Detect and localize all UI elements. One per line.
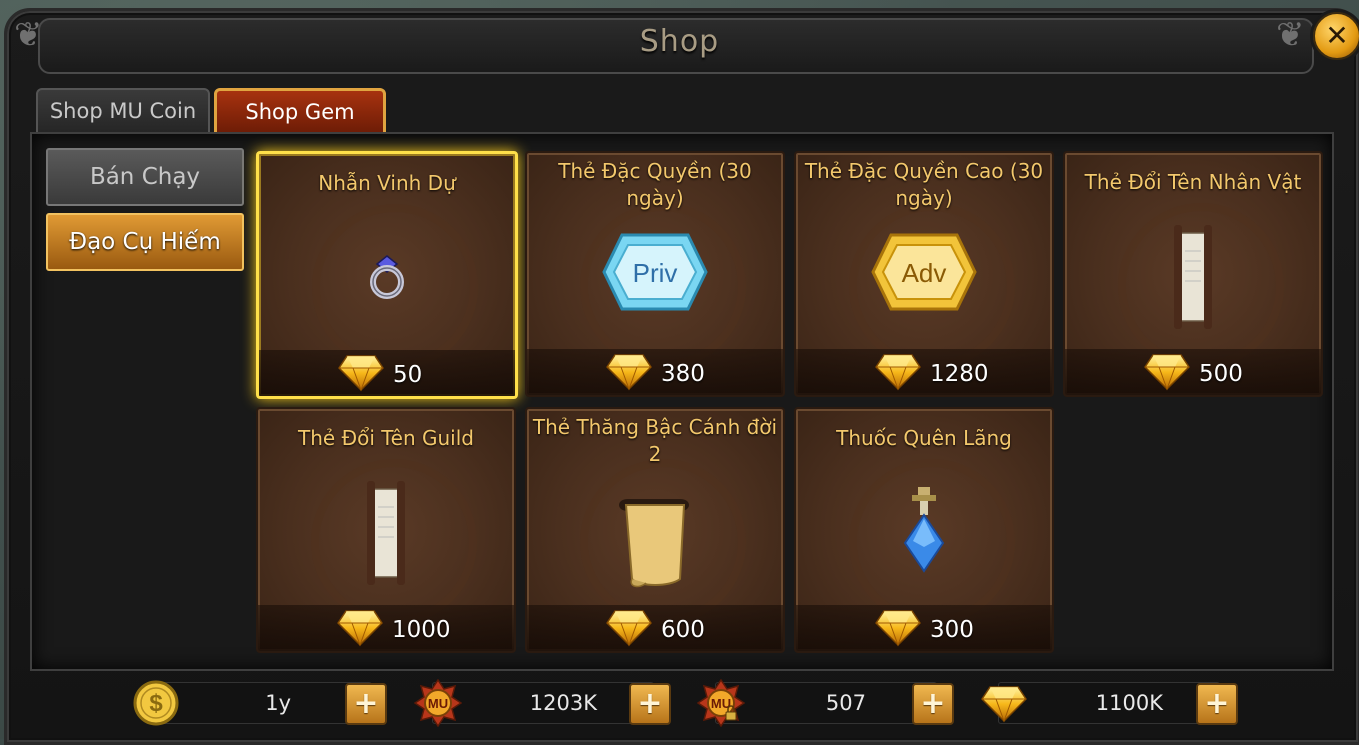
add-zen-button[interactable]: + [345, 683, 387, 725]
close-button[interactable]: ✕ [1313, 12, 1359, 60]
mu-coin-locked-display: 507 [715, 682, 937, 724]
item-name: Thẻ Thăng Bậc Cánh đời 2 [532, 415, 778, 466]
mu-coin-icon: MU [414, 679, 462, 727]
item-name: Thẻ Đặc Quyền (30 ngày) [558, 159, 752, 210]
item-price: 1000 [392, 617, 451, 643]
tab-shop-mu-coin[interactable]: Shop MU Coin [36, 88, 210, 134]
gem-icon [874, 607, 922, 647]
potion-icon [901, 485, 947, 581]
item-price: 600 [661, 617, 705, 643]
item-name: Thuốc Quên Lãng [836, 426, 1012, 450]
item-name: Thẻ Đổi Tên Guild [298, 426, 474, 450]
priv-card-icon: Priv [600, 231, 710, 317]
add-mu-coin-locked-button[interactable]: + [912, 683, 954, 725]
window-title: Shop [639, 24, 720, 59]
item-card[interactable]: Thuốc Quên Lãng 300 [794, 407, 1054, 653]
price-bar [258, 605, 514, 651]
price-bar [259, 350, 515, 396]
gem-icon [1143, 351, 1191, 391]
item-price: 50 [393, 362, 423, 388]
adv-card-text: Adv [902, 258, 947, 288]
mu-coin-display: 1203K [432, 682, 654, 724]
price-bar [527, 349, 783, 395]
plus-icon: + [353, 686, 379, 721]
gem-icon [336, 607, 384, 647]
gem-icon [980, 679, 1028, 727]
mu-coin-icon-text: MU [428, 696, 448, 711]
item-price: 1280 [930, 361, 989, 387]
item-name: Thẻ Đổi Tên Nhân Vật [1084, 170, 1302, 194]
gem-icon [605, 351, 653, 391]
plus-icon: + [920, 686, 946, 721]
item-card[interactable]: Thẻ Thăng Bậc Cánh đời 2 600 [525, 407, 785, 653]
item-card[interactable]: Thẻ Đổi Tên Guild 1000 [256, 407, 516, 653]
item-price: 300 [930, 617, 974, 643]
ring-icon [367, 254, 407, 304]
add-mu-coin-button[interactable]: + [629, 683, 671, 725]
priv-card-text: Priv [633, 258, 678, 288]
item-card[interactable]: Thẻ Đổi Tên Nhân Vật 500 [1063, 151, 1323, 397]
gem-icon [874, 351, 922, 391]
item-card[interactable]: Nhẫn Vinh Dự 50 [256, 151, 518, 399]
sidebar-item-ban-chay[interactable]: Bán Chạy [46, 148, 244, 206]
plus-icon: + [1204, 686, 1230, 721]
gem-display: 1100K [998, 682, 1220, 724]
item-card[interactable]: Thẻ Đặc Quyền Cao (30 ngày) Adv 1280 [794, 151, 1054, 397]
price-bar [1065, 349, 1321, 395]
plus-icon: + [637, 686, 663, 721]
item-card[interactable]: Thẻ Đặc Quyền (30 ngày) Priv 380 [525, 151, 785, 397]
item-price: 500 [1199, 361, 1243, 387]
price-bar [527, 605, 783, 651]
gem-icon [605, 607, 653, 647]
adv-card-icon: Adv [869, 231, 979, 317]
close-icon: ✕ [1325, 19, 1349, 52]
svg-text:$: $ [149, 690, 163, 717]
parchment-icon [610, 491, 700, 595]
price-bar [796, 349, 1052, 395]
item-name: Nhẫn Vinh Dự [318, 171, 456, 195]
tab-shop-gem[interactable]: Shop Gem [214, 88, 386, 136]
scroll-icon [1168, 221, 1218, 337]
dollar-coin-icon: $ [133, 680, 179, 726]
gem-icon [337, 352, 385, 392]
mu-coin-locked-icon: MU [697, 679, 745, 727]
zen-display: 1y [150, 682, 372, 724]
price-bar [796, 605, 1052, 651]
add-gem-button[interactable]: + [1196, 683, 1238, 725]
item-price: 380 [661, 361, 705, 387]
item-name: Thẻ Đặc Quyền Cao (30 ngày) [804, 159, 1044, 210]
sidebar-item-dao-cu-hiem[interactable]: Đạo Cụ Hiếm [46, 213, 244, 271]
scroll-icon [361, 477, 411, 593]
